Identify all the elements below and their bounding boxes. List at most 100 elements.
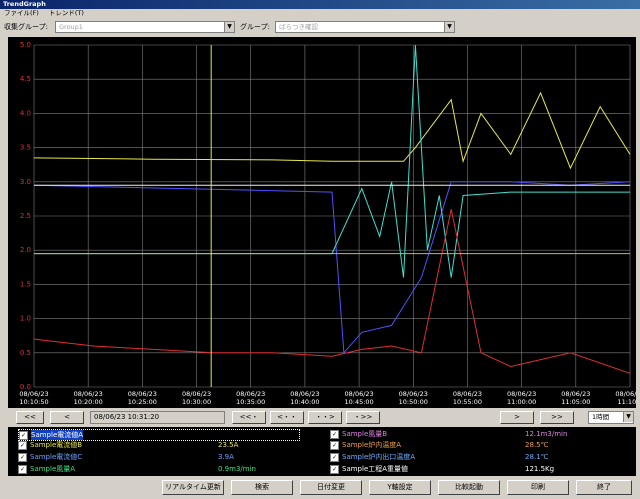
x-tick-label: 08/06/23 xyxy=(507,390,536,398)
date-field[interactable]: 08/06/23 10:31:20 xyxy=(90,411,225,424)
x-tick-label: 10:25:00 xyxy=(128,398,157,406)
series-line xyxy=(33,91,631,170)
chevron-down-icon[interactable]: ▼ xyxy=(444,22,454,32)
prev-button[interactable]: < xyxy=(50,411,84,424)
chevron-down-icon[interactable]: ▼ xyxy=(623,412,633,422)
print-button[interactable]: 印刷 xyxy=(507,480,569,495)
legend-checkbox[interactable]: ✓ xyxy=(18,453,27,462)
x-tick-label: 08/06/23 xyxy=(74,390,103,398)
legend-checkbox[interactable]: ✓ xyxy=(19,431,28,440)
x-tick-label: 11:10:5 xyxy=(617,398,636,406)
y-tick-label: 0.5 xyxy=(20,349,31,357)
menu-trend[interactable]: トレンド(T) xyxy=(49,9,84,17)
y-tick-label: 4.5 xyxy=(20,75,31,83)
x-tick-label: 08/06/23 xyxy=(561,390,590,398)
x-tick-label: 08/06/23 xyxy=(453,390,482,398)
x-tick-label: 11:05:00 xyxy=(561,398,590,406)
x-tick-label: 08/06/23 xyxy=(344,390,373,398)
x-tick-label: 08/06/23 xyxy=(615,390,636,398)
trend-chart[interactable]: 0.00.51.01.52.02.53.03.54.04.55.008/06/2… xyxy=(8,37,636,408)
scroll-left-fast-button[interactable]: <<・ xyxy=(232,411,266,424)
scroll-right-button[interactable]: ・・> xyxy=(308,411,342,424)
y-tick-label: 2.5 xyxy=(20,212,31,220)
collect-group-select[interactable]: Group1 ▼ xyxy=(55,21,235,33)
exit-button[interactable]: 終了 xyxy=(576,480,632,495)
legend-item[interactable]: ✓ Sample風量A 0.9m3/min xyxy=(18,464,298,474)
group-value: ばらつき確認 xyxy=(279,23,318,31)
legend-name: Sample電流値A xyxy=(31,430,84,440)
legend-name: Sample工程A重量値 xyxy=(342,465,409,473)
x-tick-label: 08/06/23 xyxy=(182,390,211,398)
compare-launch-button[interactable]: 比較起動 xyxy=(438,480,500,495)
range-value: 1時間 xyxy=(592,413,610,421)
legend-panel: ✓ Sample電流値A ✓ Sample電流値B 23.5A ✓ Sample… xyxy=(8,427,636,476)
bottom-button-bar: リアルタイム更新 検索 日付変更 Y軸設定 比較起動 印刷 終了 xyxy=(0,478,640,499)
x-tick-label: 08/06/23 xyxy=(236,390,265,398)
group-select[interactable]: ばらつき確認 ▼ xyxy=(275,21,455,33)
legend-item[interactable]: ✓ Sample炉内温度A 28.5℃ xyxy=(330,440,630,450)
legend-value: 3.9A xyxy=(218,453,234,461)
legend-checkbox[interactable]: ✓ xyxy=(18,441,27,450)
collect-group-label: 収集グループ: xyxy=(4,23,48,31)
scroll-right-fast-button[interactable]: ・>> xyxy=(346,411,380,424)
y-tick-label: 2.0 xyxy=(20,246,31,254)
x-tick-label: 10:10:50 xyxy=(19,398,48,406)
search-button[interactable]: 検索 xyxy=(231,480,293,495)
menu-bar: ファイル(F) トレンド(T) xyxy=(0,9,640,18)
legend-name: Sample炉内温度A xyxy=(342,441,402,449)
scroll-left-button[interactable]: <・・ xyxy=(270,411,304,424)
y-tick-label: 4.0 xyxy=(20,109,31,117)
x-tick-label: 10:40:00 xyxy=(290,398,319,406)
range-select[interactable]: 1時間 ▼ xyxy=(588,411,634,424)
legend-name: Sample風量A xyxy=(30,465,76,473)
x-tick-label: 10:35:00 xyxy=(236,398,265,406)
x-tick-label: 11:00:00 xyxy=(507,398,536,406)
legend-value: 28.1℃ xyxy=(525,453,549,461)
chevron-down-icon[interactable]: ▼ xyxy=(224,22,234,32)
toolbar: 収集グループ: Group1 ▼ グループ: ばらつき確認 ▼ xyxy=(0,19,640,35)
legend-checkbox[interactable]: ✓ xyxy=(330,453,339,462)
legend-name: Sample電流値B xyxy=(30,441,83,449)
collect-group-value: Group1 xyxy=(59,23,83,31)
legend-item[interactable]: ✓ Sample炉内出口温度A 28.1℃ xyxy=(330,452,630,462)
x-tick-label: 08/06/23 xyxy=(19,390,48,398)
legend-name: Sample電流値C xyxy=(30,453,83,461)
x-tick-label: 10:45:00 xyxy=(344,398,373,406)
y-tick-label: 3.0 xyxy=(20,178,31,186)
date-change-button[interactable]: 日付変更 xyxy=(300,480,362,495)
legend-checkbox[interactable]: ✓ xyxy=(330,430,339,439)
legend-checkbox[interactable]: ✓ xyxy=(18,465,27,474)
legend-checkbox[interactable]: ✓ xyxy=(330,465,339,474)
navigation-bar: << < 08/06/23 10:31:20 <<・ <・・ ・・> ・>> >… xyxy=(0,410,640,426)
legend-item[interactable]: ✓ Sample電流値B 23.5A xyxy=(18,440,298,450)
next-button[interactable]: > xyxy=(500,411,534,424)
x-tick-label: 08/06/23 xyxy=(399,390,428,398)
legend-value: 12.1m3/min xyxy=(525,430,568,438)
legend-checkbox[interactable]: ✓ xyxy=(330,441,339,450)
legend-value: 121.5Kg xyxy=(525,465,555,473)
menu-file[interactable]: ファイル(F) xyxy=(4,9,39,17)
y-tick-label: 1.0 xyxy=(20,315,31,323)
x-tick-label: 10:55:00 xyxy=(453,398,482,406)
x-tick-label: 10:20:00 xyxy=(74,398,103,406)
y-axis-settings-button[interactable]: Y軸設定 xyxy=(369,480,431,495)
y-tick-label: 5.0 xyxy=(20,41,31,49)
realtime-update-button[interactable]: リアルタイム更新 xyxy=(162,480,224,495)
y-tick-label: 1.5 xyxy=(20,280,31,288)
first-button[interactable]: << xyxy=(16,411,44,424)
series-line xyxy=(33,209,631,374)
title-bar: TrendGraph xyxy=(0,0,640,9)
y-tick-label: 3.5 xyxy=(20,144,31,152)
legend-value: 0.9m3/min xyxy=(218,465,256,473)
group-label: グループ: xyxy=(240,23,270,31)
x-tick-label: 10:30:00 xyxy=(182,398,211,406)
x-tick-label: 08/06/23 xyxy=(128,390,157,398)
legend-item[interactable]: ✓ Sample風量B 12.1m3/min xyxy=(330,429,630,439)
legend-item[interactable]: ✓ Sample工程A重量値 121.5Kg xyxy=(330,464,630,474)
legend-value: 28.5℃ xyxy=(525,441,549,449)
series-line xyxy=(33,181,631,355)
last-button[interactable]: >> xyxy=(540,411,574,424)
legend-item[interactable]: ✓ Sample電流値C 3.9A xyxy=(18,452,298,462)
legend-name: Sample風量B xyxy=(342,430,388,438)
legend-value: 23.5A xyxy=(218,441,239,449)
